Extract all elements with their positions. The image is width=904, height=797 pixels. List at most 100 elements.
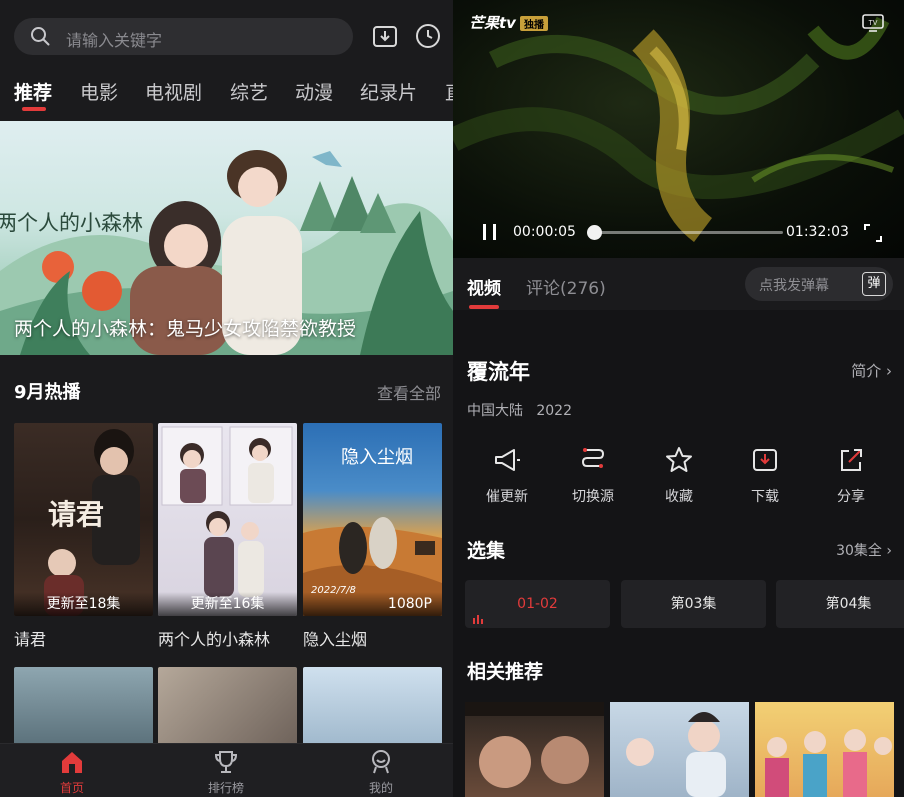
- tv-cast-icon[interactable]: TV: [862, 12, 884, 32]
- action-label: 收藏: [665, 489, 693, 505]
- episode-label: 第03集: [670, 596, 717, 612]
- detail-tabs: 视频 评论(276) 点我发弹幕 弹: [453, 258, 904, 310]
- danmu-input[interactable]: 点我发弹幕: [745, 267, 855, 301]
- playing-indicator-icon: [473, 615, 483, 624]
- poster-title[interactable]: 隐入尘烟: [303, 626, 367, 650]
- episode-item[interactable]: 第03集: [621, 580, 766, 628]
- action-label: 切换源: [572, 489, 614, 505]
- show-title: 覆流年: [467, 360, 530, 384]
- fullscreen-icon[interactable]: [864, 224, 882, 242]
- channel-logo: 芒果tv 独播: [469, 12, 548, 33]
- related-card[interactable]: [610, 702, 749, 797]
- remind-update-button[interactable]: 催更新: [465, 446, 549, 510]
- poster-card[interactable]: 请君 更新至18集: [14, 423, 153, 616]
- share-button[interactable]: 分享: [809, 446, 893, 510]
- tab-live[interactable]: 直: [445, 78, 453, 105]
- nav-label: 我的: [368, 781, 393, 795]
- star-icon: [666, 447, 692, 472]
- intro-label: 简介: [851, 362, 882, 380]
- chevron-right-icon: ›: [886, 362, 892, 380]
- episode-label: 第04集: [825, 596, 872, 612]
- logo-tag: 独播: [519, 16, 548, 31]
- download-icon[interactable]: [371, 22, 399, 50]
- home-icon: [62, 752, 82, 773]
- tab-documentary[interactable]: 纪录片: [360, 78, 417, 105]
- chevron-right-icon: ›: [886, 543, 892, 559]
- tab-video[interactable]: 视频: [467, 274, 501, 299]
- intro-link[interactable]: 简介 ›: [851, 360, 892, 381]
- banner-caption: 两个人的小森林：鬼马少女攻陷禁欲教授: [14, 318, 357, 340]
- all-episodes-label: 30集全: [836, 543, 882, 559]
- tab-recommend[interactable]: 推荐: [14, 78, 52, 105]
- megaphone-icon: [495, 449, 520, 471]
- show-meta: 中国大陆 2022: [467, 400, 572, 420]
- poster-art-title: 请君: [48, 498, 105, 531]
- danmu-toggle-button[interactable]: 弹: [855, 267, 893, 301]
- related-artwork: [765, 729, 892, 797]
- poster-artwork: [161, 426, 293, 597]
- episode-label: 01-02: [517, 596, 558, 612]
- episode-item[interactable]: 01-02: [465, 580, 610, 628]
- progress-handle[interactable]: [587, 225, 602, 240]
- poster-card[interactable]: [303, 667, 442, 747]
- nav-home[interactable]: 首页: [22, 744, 122, 797]
- action-label: 催更新: [486, 489, 528, 505]
- pause-icon[interactable]: [481, 222, 499, 242]
- nav-label: 首页: [59, 781, 84, 795]
- home-screen: 请输入关键字 推荐 电影 电视剧 综艺 动漫 纪录片 直: [0, 0, 453, 797]
- search-bar-row: 请输入关键字: [0, 0, 453, 70]
- view-all-link[interactable]: 查看全部: [377, 380, 441, 404]
- action-label: 下载: [751, 489, 779, 505]
- tab-comments[interactable]: 评论(276): [526, 274, 606, 299]
- episode-item[interactable]: 第04集: [776, 580, 904, 628]
- poster-card[interactable]: [14, 667, 153, 747]
- tab-variety[interactable]: 综艺: [230, 78, 268, 105]
- video-frame: [453, 16, 904, 242]
- show-year: 2022: [536, 403, 572, 419]
- progress-bar[interactable]: [593, 231, 783, 234]
- poster-card[interactable]: 更新至16集: [158, 423, 297, 616]
- switch-source-icon: [581, 448, 605, 468]
- nav-ranking[interactable]: 排行榜: [176, 744, 276, 797]
- nav-profile[interactable]: 我的: [331, 744, 431, 797]
- bottom-navigation: 首页 排行榜 我的: [0, 743, 453, 797]
- download-button[interactable]: 下载: [723, 446, 807, 510]
- show-region: 中国大陆: [467, 403, 523, 419]
- episodes-title: 选集: [467, 540, 506, 562]
- tab-tv-series[interactable]: 电视剧: [145, 78, 202, 105]
- total-time: 01:32:03: [786, 224, 849, 240]
- profile-icon: [372, 750, 390, 774]
- related-artwork: [626, 712, 726, 797]
- poster-title[interactable]: 两个人的小森林: [158, 626, 270, 650]
- poster-title[interactable]: 请君: [14, 626, 46, 650]
- active-tab-indicator: [469, 305, 499, 309]
- section-title: 9月热播: [14, 382, 81, 403]
- banner-art-title: 两个人的小森林: [0, 211, 143, 235]
- logo-text: 芒果tv: [469, 14, 516, 32]
- danmu-icon: 弹: [862, 272, 886, 296]
- episode-badge: 更新至18集: [14, 592, 153, 616]
- related-card[interactable]: [465, 702, 604, 797]
- history-clock-icon[interactable]: [414, 22, 442, 50]
- poster-card[interactable]: 隐入尘烟 2022/7/8 1080P: [303, 423, 442, 616]
- category-tabs: 推荐 电影 电视剧 综艺 动漫 纪录片 直: [0, 74, 453, 118]
- video-player[interactable]: 芒果tv 独播 TV 00:00:05 01:32:03: [453, 0, 904, 258]
- related-card[interactable]: [755, 702, 894, 797]
- poster-art-title: 隐入尘烟: [341, 447, 413, 468]
- poster-card[interactable]: [158, 667, 297, 747]
- svg-text:TV: TV: [869, 20, 878, 27]
- current-time: 00:00:05: [513, 224, 576, 240]
- favorite-button[interactable]: 收藏: [637, 446, 721, 510]
- nav-label: 排行榜: [207, 781, 244, 795]
- detail-screen: 芒果tv 独播 TV 00:00:05 01:32:03 视频 评论(276) 点…: [453, 0, 904, 797]
- tab-anime[interactable]: 动漫: [295, 78, 333, 105]
- search-input[interactable]: 请输入关键字: [14, 18, 353, 55]
- action-label: 分享: [837, 489, 865, 505]
- tab-movies[interactable]: 电影: [80, 78, 118, 105]
- trophy-icon: [214, 751, 238, 773]
- active-tab-indicator: [22, 107, 46, 111]
- episode-badge: 更新至16集: [158, 592, 297, 616]
- switch-source-button[interactable]: 切换源: [551, 446, 635, 510]
- all-episodes-link[interactable]: 30集全 ›: [836, 540, 892, 560]
- hero-banner[interactable]: 两个人的小森林 两个人的小森林：鬼马少女攻陷禁欲教授: [0, 121, 453, 355]
